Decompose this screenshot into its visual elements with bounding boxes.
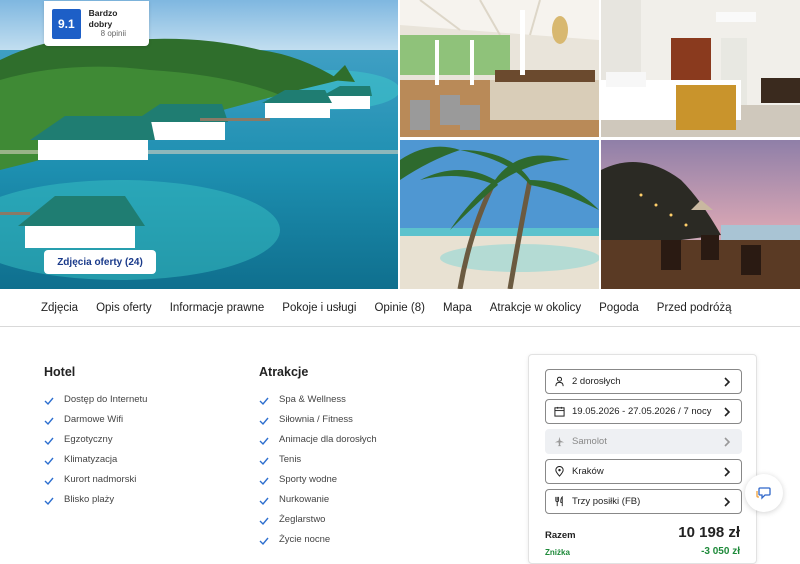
check-icon	[44, 417, 54, 426]
meals-value: Trzy posiłki (FB)	[572, 496, 641, 507]
tab-description[interactable]: Opis oferty	[96, 302, 152, 314]
attraction-feature-item: Animacje dla dorosłych	[259, 429, 377, 449]
hotel-feature-item: Darmowe Wifi	[44, 409, 147, 429]
hotel-feature-item: Dostęp do Internetu	[44, 389, 147, 409]
hotel-feature-label: Klimatyzacja	[64, 453, 118, 465]
travelers-select[interactable]: 2 dorosłych	[545, 369, 742, 394]
plane-icon	[554, 436, 565, 447]
check-icon	[259, 397, 269, 406]
rating-card[interactable]: 9.1 Bardzo dobry 8 opinii	[44, 1, 149, 46]
attraction-feature-label: Siłownia / Fitness	[279, 413, 353, 425]
photo-gallery: 9.1 Bardzo dobry 8 opinii Zdjęcia oferty…	[0, 0, 800, 289]
attraction-feature-item: Nurkowanie	[259, 489, 377, 509]
check-icon	[44, 477, 54, 486]
attractions-title: Atrakcje	[259, 365, 309, 379]
tab-reviews[interactable]: Opinie (8)	[374, 302, 425, 314]
chat-icon	[756, 487, 771, 500]
discount-value: -3 050 zł	[701, 546, 740, 557]
cutlery-icon	[555, 496, 563, 507]
tab-rooms-services[interactable]: Pokoje i usługi	[282, 302, 356, 314]
attraction-feature-label: Żeglarstwo	[279, 513, 326, 525]
chevron-right-icon	[724, 437, 731, 447]
hotel-feature-item: Kurort nadmorski	[44, 469, 147, 489]
meals-select[interactable]: Trzy posiłki (FB)	[545, 489, 742, 514]
hotel-features: Hotel Dostęp do Internetu Darmowe Wifi Egz…	[44, 365, 147, 509]
photo-evening-terrace[interactable]	[601, 140, 800, 289]
hotel-feature-item: Klimatyzacja	[44, 449, 147, 469]
attraction-feature-item: Siłownia / Fitness	[259, 409, 377, 429]
departure-value: Kraków	[572, 466, 604, 477]
calendar-icon	[554, 406, 565, 417]
check-icon	[259, 497, 269, 506]
tab-weather[interactable]: Pogoda	[599, 302, 639, 314]
tab-map[interactable]: Mapa	[443, 302, 472, 314]
booking-panel: 2 dorosłych 19.05.2026 - 27.05.2026 / 7 …	[528, 354, 757, 564]
departure-select[interactable]: Kraków	[545, 459, 742, 484]
tab-photos[interactable]: Zdjęcia	[41, 302, 78, 314]
attraction-feature-item: Żeglarstwo	[259, 509, 377, 529]
attraction-feature-item: Tenis	[259, 449, 377, 469]
user-icon	[555, 376, 564, 387]
transport-value: Samolot	[572, 436, 607, 447]
check-icon	[44, 397, 54, 406]
attraction-features: Atrakcje Spa & Wellness Siłownia / Fitnes…	[259, 365, 377, 549]
photo-palms-beach[interactable]	[400, 140, 599, 289]
tab-legal-info[interactable]: Informacje prawne	[170, 302, 265, 314]
check-icon	[44, 437, 54, 446]
check-icon	[259, 477, 269, 486]
transport-select[interactable]: Samolot	[545, 429, 742, 454]
check-icon	[259, 517, 269, 526]
offer-tabs: Zdjęcia Opis oferty Informacje prawne Po…	[0, 289, 800, 327]
hotel-feature-label: Egzotyczny	[64, 433, 113, 445]
total-price: 10 198 zł	[678, 524, 740, 541]
hotel-feature-item: Blisko plaży	[44, 489, 147, 509]
hotel-feature-label: Kurort nadmorski	[64, 473, 137, 485]
tab-before-trip[interactable]: Przed podróżą	[657, 302, 732, 314]
check-icon	[259, 537, 269, 546]
offer-photos-button[interactable]: Zdjęcia oferty (24)	[44, 250, 156, 274]
tab-attractions[interactable]: Atrakcje w okolicy	[490, 302, 581, 314]
rating-label: Bardzo dobry	[88, 7, 118, 29]
attraction-feature-label: Życie nocne	[279, 533, 331, 545]
check-icon	[44, 457, 54, 466]
hotel-feature-label: Dostęp do Internetu	[64, 393, 148, 405]
dates-value: 19.05.2026 - 27.05.2026 / 7 nocy	[572, 406, 712, 417]
attraction-feature-label: Nurkowanie	[279, 493, 330, 505]
attraction-feature-item: Sporty wodne	[259, 469, 377, 489]
chevron-right-icon	[724, 497, 731, 507]
hotel-title: Hotel	[44, 365, 76, 379]
location-pin-icon	[555, 466, 564, 477]
photo-restaurant[interactable]	[400, 0, 599, 137]
attraction-feature-label: Spa & Wellness	[279, 393, 346, 405]
travelers-value: 2 dorosłych	[572, 376, 621, 387]
attraction-feature-item: Spa & Wellness	[259, 389, 377, 409]
dates-select[interactable]: 19.05.2026 - 27.05.2026 / 7 nocy	[545, 399, 742, 424]
hotel-feature-item: Egzotyczny	[44, 429, 147, 449]
check-icon	[259, 457, 269, 466]
chat-button[interactable]	[745, 474, 783, 512]
attraction-feature-label: Sporty wodne	[279, 473, 338, 485]
photo-room[interactable]	[601, 0, 800, 137]
chevron-right-icon	[724, 407, 731, 417]
hotel-feature-label: Blisko plaży	[64, 493, 115, 505]
hotel-feature-label: Darmowe Wifi	[64, 413, 124, 425]
chevron-right-icon	[724, 377, 731, 387]
check-icon	[259, 417, 269, 426]
attraction-feature-item: Życie nocne	[259, 529, 377, 549]
attraction-feature-label: Animacje dla dorosłych	[279, 433, 377, 445]
rating-count: 8 opinii	[100, 29, 127, 39]
attraction-feature-label: Tenis	[279, 453, 302, 465]
check-icon	[259, 437, 269, 446]
check-icon	[44, 497, 54, 506]
chevron-right-icon	[724, 467, 731, 477]
total-label: Razem	[545, 530, 576, 541]
rating-score: 9.1	[52, 8, 81, 39]
